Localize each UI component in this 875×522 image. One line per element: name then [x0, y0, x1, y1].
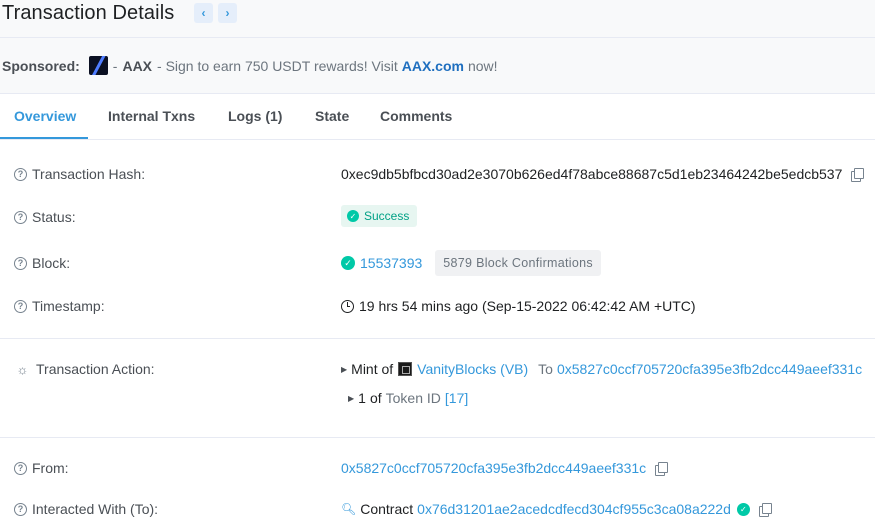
status-label: Status: [32, 209, 76, 225]
sponsor-bar: Sponsored: - AAX - Sign to earn 750 USDT… [0, 38, 875, 94]
timestamp-label: Timestamp: [32, 298, 105, 314]
sponsor-dash: - [112, 57, 118, 74]
tab-comments[interactable]: Comments [380, 108, 452, 124]
help-icon[interactable]: ? [14, 502, 27, 516]
block-label-wrap: ? Block: [14, 255, 70, 271]
from-label-wrap: ? From: [14, 460, 69, 476]
status-text: Success [364, 209, 410, 223]
check-circle-icon: ✓ [341, 256, 355, 270]
timestamp-label-wrap: ? Timestamp: [14, 298, 105, 314]
divider [0, 338, 875, 339]
from-value-wrap: 0x5827c0ccf705720cfa395e3fb2dcc449aeef33… [341, 460, 669, 476]
contract-label: Contract [360, 501, 414, 517]
status-value-wrap: ✓ Success [341, 205, 418, 227]
tab-logs[interactable]: Logs (1) [228, 108, 282, 124]
divider [0, 437, 875, 438]
from-label: From: [32, 460, 69, 476]
to-label-wrap: ? Interacted With (To): [14, 501, 158, 517]
token-id-label: Token ID [385, 390, 441, 406]
timestamp-value: 19 hrs 54 mins ago (Sep-15-2022 06:42:42… [359, 298, 696, 314]
lightbulb-icon: ☼ [16, 361, 29, 377]
status-badge: ✓ Success [341, 205, 418, 227]
contract-address-link[interactable]: 0x76d31201ae2acedcdfecd304cf955c3ca08a22… [417, 501, 731, 517]
action-of: of [369, 390, 382, 406]
aax-logo-icon[interactable] [88, 56, 108, 75]
block-label: Block: [32, 255, 71, 271]
verified-check-icon: ✓ [736, 502, 750, 516]
action-count: 1 [358, 390, 366, 406]
clock-icon [341, 299, 354, 313]
tab-state[interactable]: State [315, 108, 349, 124]
to-label: Interacted With (To): [32, 501, 159, 517]
help-icon[interactable]: ? [14, 256, 27, 270]
hash-label: Transaction Hash: [32, 166, 146, 182]
copy-icon[interactable] [851, 167, 865, 182]
copy-icon[interactable] [655, 461, 669, 476]
help-icon[interactable]: ? [14, 461, 27, 475]
sponsor-label: Sponsored: [2, 57, 80, 74]
caret-right-icon: ▶ [341, 364, 348, 374]
active-tab-indicator [0, 137, 88, 139]
action-label-wrap: ☼ Transaction Action: [14, 361, 155, 377]
from-address-link[interactable]: 0x5827c0ccf705720cfa395e3fb2dcc449aeef33… [341, 460, 646, 476]
copy-icon[interactable] [758, 502, 772, 517]
search-icon: 🔍︎ [341, 502, 357, 516]
sponsor-text-after: now! [467, 57, 498, 74]
chevron-left-icon[interactable]: ‹ [194, 3, 213, 23]
action-prefix: Mint of [351, 361, 394, 377]
sponsor-brand: AAX [122, 57, 153, 74]
status-label-wrap: ? Status: [14, 209, 76, 225]
token-name-link[interactable]: VanityBlocks (VB) [417, 361, 528, 377]
page-title: Transaction Details [2, 2, 175, 24]
hash-value-wrap: 0xec9db5bfbcd30ad2e3070b626ed4f78abce886… [341, 166, 865, 182]
caret-right-icon: ▶ [348, 393, 355, 403]
help-icon[interactable]: ? [14, 210, 27, 224]
tab-bar: Overview Internal Txns Logs (1) State Co… [0, 95, 875, 140]
title-bar: Transaction Details ‹ › [0, 0, 875, 38]
check-circle-icon: ✓ [347, 210, 359, 222]
action-line-2: ▶ 1 of Token ID [17] [348, 390, 468, 406]
token-id-link[interactable]: [17] [445, 390, 468, 406]
token-logo-icon [398, 362, 413, 376]
timestamp-value-wrap: 19 hrs 54 mins ago (Sep-15-2022 06:42:42… [341, 298, 696, 314]
block-number-link[interactable]: 15537393 [360, 255, 422, 271]
transaction-hash: 0xec9db5bfbcd30ad2e3070b626ed4f78abce886… [341, 166, 843, 182]
sponsor-text: - Sign to earn 750 USDT rewards! Visit [157, 57, 398, 74]
tab-internal-txns[interactable]: Internal Txns [108, 108, 195, 124]
action-to-label: To [538, 361, 553, 377]
hash-label-wrap: ? Transaction Hash: [14, 166, 145, 182]
sponsor-link[interactable]: AAX.com [402, 58, 464, 74]
help-icon[interactable]: ? [14, 299, 27, 313]
action-to-address-link[interactable]: 0x5827c0ccf705720cfa395e3fb2dcc449aeef33… [557, 361, 862, 377]
action-line-1: ▶ Mint of VanityBlocks (VB) To 0x5827c0c… [341, 361, 862, 377]
to-value-wrap: 🔍︎ Contract 0x76d31201ae2acedcdfecd304cf… [341, 501, 772, 517]
chevron-right-icon[interactable]: › [218, 3, 237, 23]
action-label: Transaction Action: [36, 361, 155, 377]
tab-overview[interactable]: Overview [14, 108, 76, 124]
confirmations-badge: 5879 Block Confirmations [435, 250, 601, 276]
help-icon[interactable]: ? [14, 167, 27, 181]
block-value-wrap: ✓ 15537393 5879 Block Confirmations [341, 250, 601, 276]
sponsor-line: Sponsored: - AAX - Sign to earn 750 USDT… [2, 56, 498, 75]
